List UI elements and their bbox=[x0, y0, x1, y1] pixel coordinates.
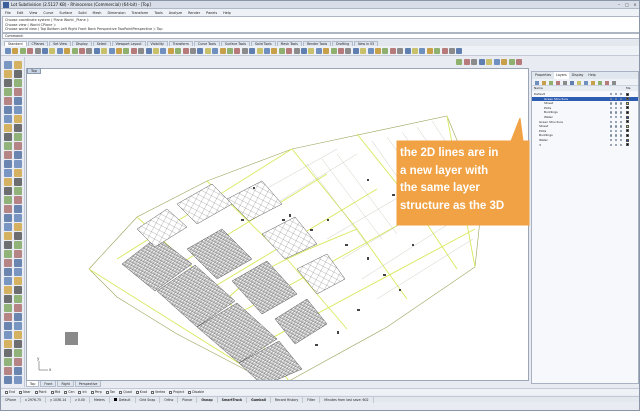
osnap-checkbox[interactable] bbox=[169, 390, 173, 394]
osnap-option[interactable]: Mid bbox=[50, 390, 61, 394]
toggle-gumball[interactable]: Gumball bbox=[247, 396, 271, 403]
callout-line: structure as the 3D bbox=[400, 199, 505, 212]
callout-overlay bbox=[396, 117, 530, 226]
osnap-label: Perp bbox=[94, 390, 102, 394]
osnap-checkbox[interactable] bbox=[188, 390, 192, 394]
toggle-grid-snap[interactable]: Grid Snap bbox=[136, 396, 161, 403]
toggle-planar[interactable]: Planar bbox=[178, 396, 198, 403]
status-x: x 2976.75 bbox=[21, 396, 47, 403]
toggle-ortho[interactable]: Ortho bbox=[160, 396, 179, 403]
osnap-option[interactable]: Knot bbox=[135, 390, 148, 394]
osnap-option[interactable]: Perp bbox=[90, 390, 102, 394]
status-z: z 0.00 bbox=[71, 396, 90, 403]
osnap-checkbox[interactable] bbox=[90, 390, 94, 394]
viewport-tab-right[interactable]: Right bbox=[57, 381, 74, 387]
status-cplane: CPlane bbox=[1, 396, 21, 403]
osnap-checkbox[interactable] bbox=[64, 390, 68, 394]
callout-text: the 2D lines are in a new layer with the… bbox=[400, 145, 525, 215]
osnap-option[interactable]: Near bbox=[19, 390, 31, 394]
toggle-record-history[interactable]: Record History bbox=[271, 396, 304, 403]
status-units: Meters bbox=[90, 396, 110, 403]
osnap-checkbox[interactable] bbox=[34, 390, 38, 394]
osnap-option[interactable]: Project bbox=[169, 390, 184, 394]
osnap-checkbox[interactable] bbox=[19, 390, 23, 394]
callout-line: a new layer with bbox=[400, 164, 489, 177]
osnap-label: Int bbox=[82, 390, 87, 394]
status-layer-name: Default bbox=[118, 397, 131, 402]
osnap-option[interactable]: Vertex bbox=[151, 390, 165, 394]
osnap-option[interactable]: Quad bbox=[119, 390, 132, 394]
osnap-label: Cen bbox=[68, 390, 75, 394]
layer-swatch bbox=[113, 397, 117, 401]
callout-line: the same layer bbox=[400, 182, 480, 195]
viewport-tabs: Top Front Right Perspective bbox=[26, 381, 102, 387]
status-bar: CPlane x 2976.75 y 1036.14 z 0.00 Meters… bbox=[1, 396, 639, 403]
osnap-label: Vertex bbox=[155, 390, 166, 394]
osnap-option[interactable]: Point bbox=[34, 390, 47, 394]
osnap-option[interactable]: Disable bbox=[188, 390, 204, 394]
osnap-label: Point bbox=[38, 390, 47, 394]
osnap-label: Knot bbox=[139, 390, 148, 394]
osnap-checkbox[interactable] bbox=[119, 390, 123, 394]
status-y: y 1036.14 bbox=[46, 396, 72, 403]
osnap-checkbox[interactable] bbox=[5, 390, 8, 394]
osnap-checkbox[interactable] bbox=[50, 390, 54, 394]
toggle-smarttrack[interactable]: SmartTrack bbox=[218, 396, 248, 403]
toggle-osnap[interactable]: Osnap bbox=[197, 396, 218, 403]
osnap-label: Quad bbox=[123, 390, 132, 394]
osnap-option[interactable]: Tan bbox=[105, 390, 116, 394]
viewport-tab-perspective[interactable]: Perspective bbox=[74, 381, 102, 387]
osnap-checkbox[interactable] bbox=[105, 390, 109, 394]
osnap-label: Disable bbox=[192, 390, 205, 394]
osnap-option[interactable]: Int bbox=[78, 390, 87, 394]
osnap-label: Project bbox=[173, 390, 185, 394]
osnap-label: End bbox=[9, 390, 16, 394]
osnap-option[interactable]: End bbox=[5, 390, 15, 394]
osnap-option[interactable]: Cen bbox=[64, 390, 74, 394]
osnap-checkbox[interactable] bbox=[151, 390, 155, 394]
rhino-window: Lot Subdivision (2.5127 KB) - Rhinoceros… bbox=[0, 0, 640, 411]
callout-line: the 2D lines are in bbox=[400, 147, 499, 159]
osnap-label: Tan bbox=[109, 390, 116, 394]
status-layer[interactable]: Default bbox=[110, 396, 136, 403]
osnap-label: Near bbox=[23, 390, 31, 394]
viewport-tab-front[interactable]: Front bbox=[40, 381, 57, 387]
status-message: Minutes from last save: 602 bbox=[320, 396, 374, 403]
osnap-checkbox[interactable] bbox=[135, 390, 139, 394]
osnap-bar: End Near Point Mid Cen Int Perp Tan Quad Knot Vert… bbox=[1, 388, 639, 395]
viewport-tab-top[interactable]: Top bbox=[26, 381, 40, 387]
osnap-label: Mid bbox=[54, 390, 61, 394]
toggle-filter[interactable]: Filter bbox=[303, 396, 321, 403]
